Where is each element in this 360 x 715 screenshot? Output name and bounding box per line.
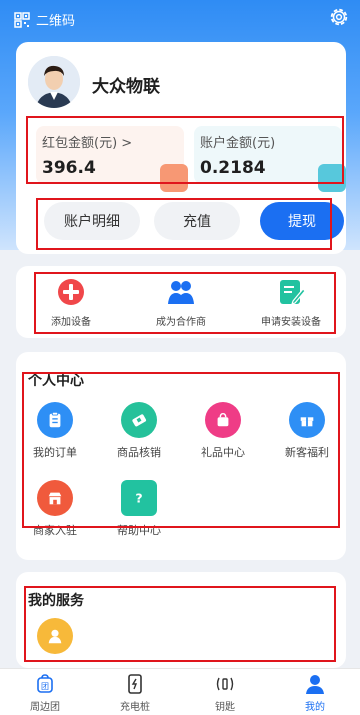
merchant-join-item[interactable]: 商家入驻 [20, 480, 90, 538]
svg-text:?: ? [135, 491, 142, 506]
my-services-title: 我的服务 [28, 593, 84, 609]
qr-code-button[interactable]: 二维码 [14, 10, 75, 29]
withdraw-button[interactable]: 提现 [260, 202, 344, 240]
account-actions: 账户明细 充值 提现 [44, 202, 344, 240]
merchant-join-label: 商家入驻 [33, 524, 77, 537]
tab-mine-label: 我的 [305, 702, 325, 713]
user-profile-icon [306, 675, 324, 694]
apply-install-action[interactable]: 申请安装设备 [236, 266, 346, 338]
user-name: 大众物联 [92, 77, 160, 97]
service-person-icon [37, 618, 73, 654]
product-verify-label: 商品核销 [117, 446, 161, 459]
partners-icon [168, 280, 194, 304]
top-bar: 二维码 [0, 0, 360, 40]
tab-charging-pile[interactable]: 充电桩 [90, 673, 180, 713]
red-packet-label: 红包金额(元) > [42, 136, 133, 151]
wallet-icon [160, 164, 188, 192]
add-device-action[interactable]: 添加设备 [16, 266, 126, 338]
account-label: 账户金额(元) [200, 136, 276, 151]
help-center-label: 帮助中心 [117, 524, 161, 537]
become-partner-action[interactable]: 成为合作商 [126, 266, 236, 338]
become-partner-label: 成为合作商 [156, 316, 206, 328]
profile-card: 大众物联 红包金额(元) > 396.4 账户金额(元) 0.2184 账户明细… [16, 42, 346, 254]
svg-text:团: 团 [41, 682, 49, 691]
user-avatar-icon [28, 56, 80, 108]
my-orders-label: 我的订单 [33, 446, 77, 459]
new-customer-benefit-label: 新客福利 [285, 446, 329, 459]
tab-charging-pile-label: 充电桩 [120, 702, 150, 713]
tab-key-label: 钥匙 [215, 702, 235, 713]
new-customer-benefit-item[interactable]: 新客福利 [272, 402, 342, 460]
red-packet-balance[interactable]: 红包金额(元) > 396.4 [36, 126, 188, 192]
settings-gear-icon[interactable] [328, 6, 350, 28]
help-center-item[interactable]: ? 帮助中心 [104, 480, 174, 538]
tab-nearby-group[interactable]: 团 周边团 [0, 673, 90, 713]
account-balance[interactable]: 账户金额(元) 0.2184 [194, 126, 346, 192]
quick-actions-card: 添加设备 成为合作商 申请安装设备 [16, 266, 346, 338]
my-services-card: 我的服务 [16, 572, 346, 668]
bottom-tab-bar: 团 周边团 充电桩 钥匙 我的 [0, 668, 360, 715]
add-device-label: 添加设备 [51, 316, 91, 328]
ticket-icon [121, 402, 157, 438]
my-orders-item[interactable]: 我的订单 [20, 402, 90, 460]
help-icon: ? [121, 480, 157, 516]
recharge-button[interactable]: 充值 [154, 202, 240, 240]
personal-center-card: 个人中心 我的订单 商品核销 礼品中心 新客福利 商家入驻 ? 帮助中心 [16, 352, 346, 560]
red-packet-value: 396.4 [42, 158, 96, 178]
group-buy-icon: 团 [37, 674, 53, 693]
personal-center-title: 个人中心 [28, 373, 84, 389]
account-value: 0.2184 [200, 158, 266, 178]
charging-pile-icon [128, 674, 142, 694]
account-detail-button[interactable]: 账户明细 [44, 202, 140, 240]
tab-nearby-group-label: 周边团 [30, 702, 60, 713]
tab-mine[interactable]: 我的 [270, 673, 360, 713]
gift-center-label: 礼品中心 [201, 446, 245, 459]
avatar[interactable] [28, 56, 80, 108]
gift-box-icon [289, 402, 325, 438]
edit-document-icon [280, 279, 306, 305]
clipboard-icon [37, 402, 73, 438]
qr-code-icon [14, 11, 30, 28]
yen-coin-icon [318, 164, 346, 192]
qr-code-label: 二维码 [36, 14, 76, 29]
plus-circle-icon [58, 278, 84, 305]
gift-bag-icon [205, 402, 241, 438]
store-icon [37, 480, 73, 516]
key-signal-icon [216, 677, 234, 691]
gift-center-item[interactable]: 礼品中心 [188, 402, 258, 460]
service-item[interactable] [20, 618, 90, 654]
product-verify-item[interactable]: 商品核销 [104, 402, 174, 460]
apply-install-label: 申请安装设备 [261, 316, 321, 328]
tab-key[interactable]: 钥匙 [180, 673, 270, 713]
